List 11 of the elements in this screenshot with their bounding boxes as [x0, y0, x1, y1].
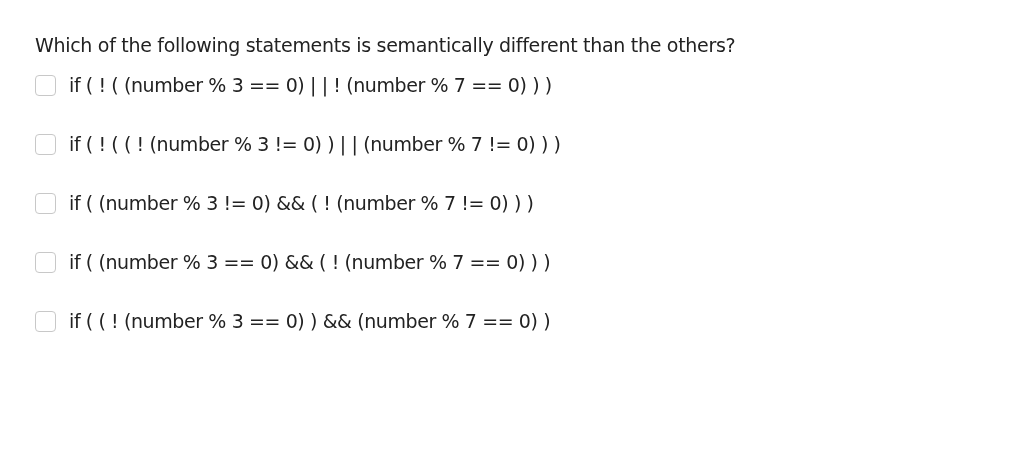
option-label[interactable]: if ( (number % 3 != 0) && ( ! (number % 7 != 0) ) ): [69, 192, 534, 214]
question-text: Which of the following statements is semantically different than the others?: [35, 34, 737, 56]
checkbox[interactable]: [35, 192, 56, 214]
checkbox[interactable]: [35, 310, 56, 332]
checkbox[interactable]: [35, 133, 56, 155]
option-label[interactable]: if ( ! ( ( ! (number % 3 != 0) ) | | (number % 7 != 0) ) ): [69, 133, 561, 155]
checkbox[interactable]: [35, 251, 56, 273]
option-label[interactable]: if ( ( ! (number % 3 == 0) ) && (number % 7 == 0) ): [69, 310, 551, 332]
option-label[interactable]: if ( (number % 3 == 0) && ( ! (number % 7 == 0) ) ): [69, 251, 551, 273]
option-label[interactable]: if ( ! ( (number % 3 == 0) | | ! (number % 7 == 0) ) ): [69, 74, 552, 96]
checkbox[interactable]: [35, 74, 56, 96]
